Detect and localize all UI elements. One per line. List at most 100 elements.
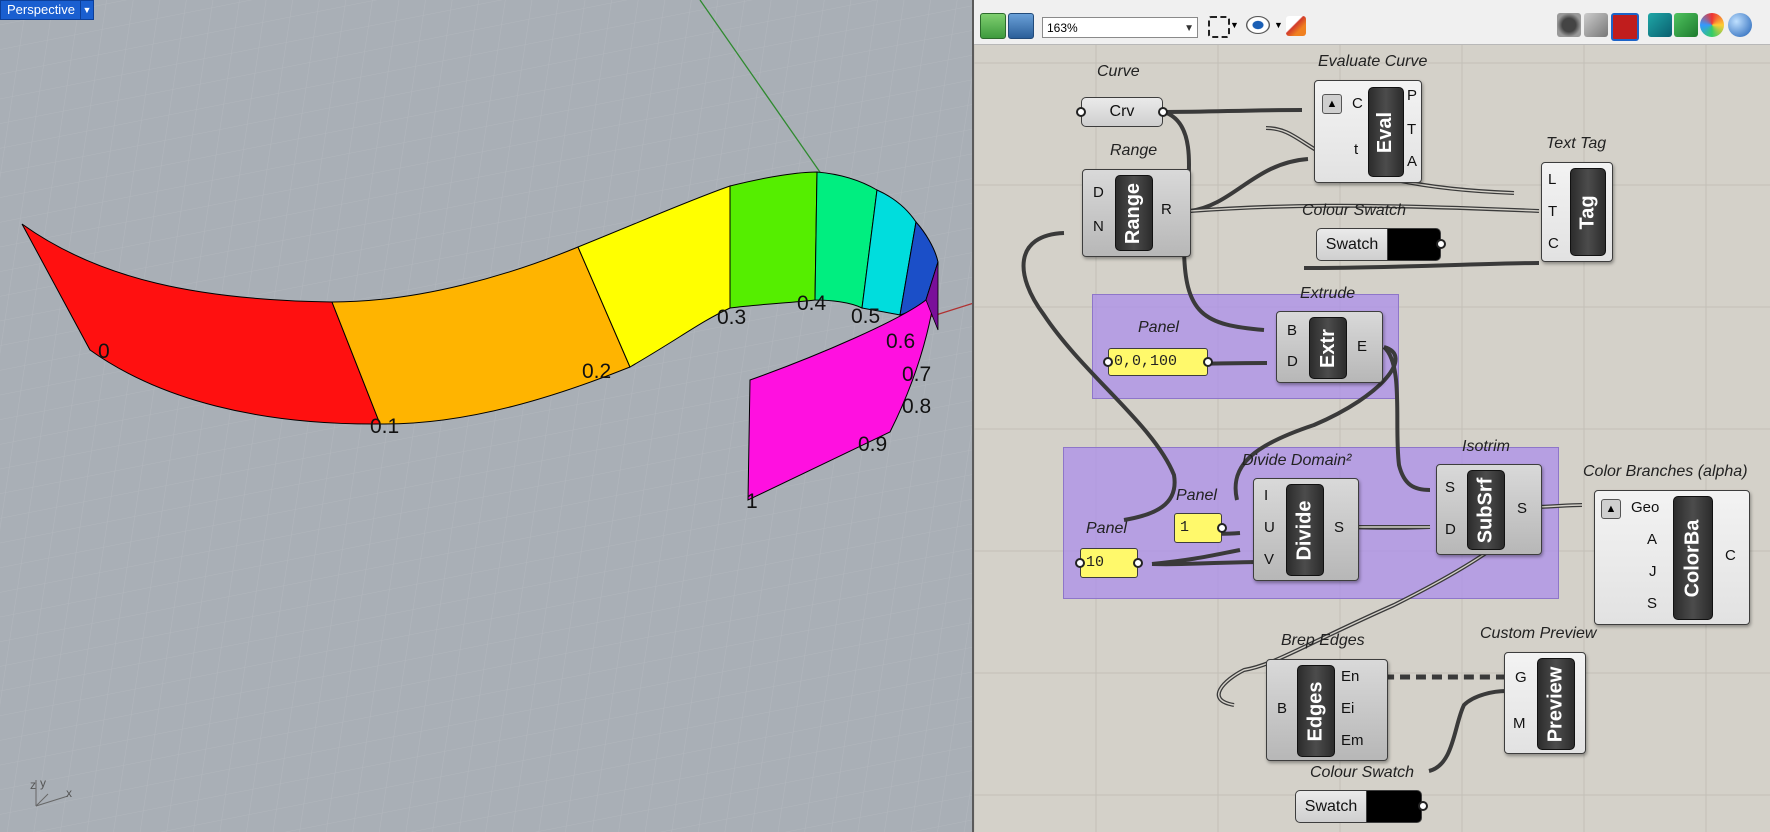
param-label-2: 0.2: [582, 360, 612, 383]
wireframe-icon[interactable]: [1584, 13, 1608, 37]
brepedges-output-en[interactable]: En: [1341, 668, 1359, 685]
param-label-1: 0.1: [370, 415, 400, 438]
isotrim-input-s[interactable]: S: [1445, 479, 1455, 496]
param-label-6: 0.6: [886, 330, 916, 353]
open-file-icon[interactable]: [980, 13, 1006, 39]
no-preview-icon[interactable]: [1557, 13, 1581, 37]
curve-param[interactable]: Crv: [1081, 97, 1163, 127]
zoom-level-select[interactable]: 163% ▼: [1042, 17, 1198, 38]
extrude-output-e[interactable]: E: [1357, 338, 1367, 355]
brepedges-output-ei[interactable]: Ei: [1341, 700, 1354, 717]
evaluate-input-t[interactable]: t: [1354, 141, 1358, 158]
preview-component[interactable]: G M Preview: [1504, 652, 1586, 754]
panel-u-output-grip[interactable]: [1217, 523, 1227, 533]
texttag-title: Text Tag: [1546, 135, 1607, 152]
evaluate-component[interactable]: ▲ C t Eval P T A: [1314, 80, 1422, 183]
viewport-title-tab[interactable]: Perspective: [0, 0, 82, 20]
axis-label-y: y: [40, 776, 46, 790]
curve-output-grip[interactable]: [1158, 107, 1168, 117]
mesh-icon[interactable]: [1674, 13, 1698, 37]
save-icon[interactable]: [1008, 13, 1034, 39]
isotrim-core: SubSrf: [1467, 470, 1505, 550]
colorbranches-output-c[interactable]: C: [1725, 547, 1736, 564]
brepedges-output-em[interactable]: Em: [1341, 732, 1364, 749]
viewport-menu-arrow-icon[interactable]: ▼: [80, 0, 94, 20]
divide-component[interactable]: I U V Divide S: [1253, 478, 1359, 581]
extrude-core-label: Extr: [1316, 328, 1339, 368]
swatch1-param[interactable]: Swatch: [1316, 228, 1388, 261]
swatch2-param[interactable]: Swatch: [1295, 790, 1367, 823]
isotrim-component[interactable]: S D SubSrf S: [1436, 464, 1542, 555]
evaluate-output-t[interactable]: T: [1407, 121, 1416, 138]
texttag-input-l[interactable]: L: [1548, 171, 1556, 188]
brepedges-component[interactable]: B Edges En Ei Em: [1266, 659, 1388, 761]
panel-vector-input-grip[interactable]: [1103, 357, 1113, 367]
colorbranches-core: ColorBa: [1673, 496, 1713, 620]
range-component[interactable]: D N Range R: [1082, 169, 1191, 257]
colorbranches-input-s[interactable]: S: [1647, 595, 1657, 612]
preview-eye-icon[interactable]: [1246, 16, 1270, 34]
texttag-input-c[interactable]: C: [1548, 235, 1559, 252]
colorbranches-title: Color Branches (alpha): [1583, 463, 1748, 480]
colorbranches-input-a[interactable]: A: [1647, 531, 1657, 548]
swatch2-output-grip[interactable]: [1418, 801, 1428, 811]
shaded-icon[interactable]: [1700, 13, 1724, 37]
swatch1-output-grip[interactable]: [1436, 239, 1446, 249]
panel-u-title: Panel: [1176, 487, 1217, 504]
param-label-5: 0.5: [851, 305, 881, 328]
divide-input-v[interactable]: V: [1264, 551, 1274, 568]
texttag-component[interactable]: L T C Tag: [1541, 162, 1613, 262]
panel-vector-output-grip[interactable]: [1203, 357, 1213, 367]
divide-input-i[interactable]: I: [1264, 487, 1268, 504]
evaluate-output-p[interactable]: P: [1407, 87, 1417, 104]
divide-output-s[interactable]: S: [1334, 519, 1344, 536]
perspective-viewport[interactable]: 0 0.1 0.2 0.3 0.4 0.5 0.6 0.7 0.8 0.9 1 …: [0, 0, 974, 832]
zoom-extents-icon[interactable]: [1208, 16, 1230, 38]
flatten-flag-icon: ▲: [1601, 499, 1621, 519]
evaluate-output-a[interactable]: A: [1407, 153, 1417, 170]
preview-dropdown-icon[interactable]: ▼: [1274, 20, 1283, 30]
panel-v-title: Panel: [1086, 520, 1127, 537]
viewport-scene[interactable]: [0, 0, 974, 832]
panel-v[interactable]: 10: [1080, 548, 1138, 578]
swatch2-color-chip[interactable]: [1366, 790, 1422, 823]
colorbranches-component[interactable]: ▲ Geo A J S ColorBa C: [1594, 490, 1750, 625]
divide-input-u[interactable]: U: [1264, 519, 1275, 536]
swatch1-title: Colour Swatch: [1302, 202, 1407, 219]
grasshopper-editor: 163% ▼ ▼ ▼ Curve Crv Range D N Range R E…: [974, 0, 1770, 832]
divide-core: Divide: [1286, 484, 1324, 576]
evaluate-input-c[interactable]: C: [1352, 95, 1363, 112]
panel-v-input-grip[interactable]: [1075, 558, 1085, 568]
preview-input-m[interactable]: M: [1513, 715, 1526, 732]
preview-core-label: Preview: [1544, 666, 1567, 742]
isotrim-core-label: SubSrf: [1474, 477, 1497, 543]
preview-input-g[interactable]: G: [1515, 669, 1527, 686]
brepedges-input-b[interactable]: B: [1277, 700, 1287, 717]
range-output-r[interactable]: R: [1161, 201, 1172, 218]
swatch1-color-chip[interactable]: [1387, 228, 1441, 261]
shaded-preview-icon[interactable]: [1611, 13, 1639, 41]
strip-segment-3: [729, 171, 818, 309]
range-input-n[interactable]: N: [1093, 218, 1104, 235]
range-input-d[interactable]: D: [1093, 184, 1104, 201]
panel-u[interactable]: 1: [1174, 513, 1222, 543]
panel-v-output-grip[interactable]: [1133, 558, 1143, 568]
curve-input-grip[interactable]: [1076, 107, 1086, 117]
extrude-input-d[interactable]: D: [1287, 353, 1298, 370]
canvas-toolbar: 163% ▼ ▼ ▼: [974, 0, 1770, 45]
evaluate-core: Eval: [1368, 87, 1404, 177]
extrude-input-b[interactable]: B: [1287, 322, 1297, 339]
zoom-extents-dropdown-icon[interactable]: ▼: [1230, 20, 1239, 30]
sketch-pen-icon[interactable]: [1286, 16, 1306, 36]
isotrim-input-d[interactable]: D: [1445, 521, 1456, 538]
colorbranches-input-geo[interactable]: Geo: [1631, 499, 1659, 516]
panel-vector[interactable]: 0,0,100: [1108, 348, 1208, 376]
sphere-icon[interactable]: [1728, 13, 1752, 37]
isotrim-output-s[interactable]: S: [1517, 500, 1527, 517]
grasshopper-canvas[interactable]: Curve Crv Range D N Range R Evaluate Cur…: [974, 45, 1770, 832]
colorbranches-input-j[interactable]: J: [1649, 563, 1657, 580]
extrude-component[interactable]: B D Extr E: [1276, 311, 1383, 383]
axis-label-z: z: [30, 778, 36, 792]
texttag-input-t[interactable]: T: [1548, 203, 1557, 220]
selected-only-icon[interactable]: [1648, 13, 1672, 37]
